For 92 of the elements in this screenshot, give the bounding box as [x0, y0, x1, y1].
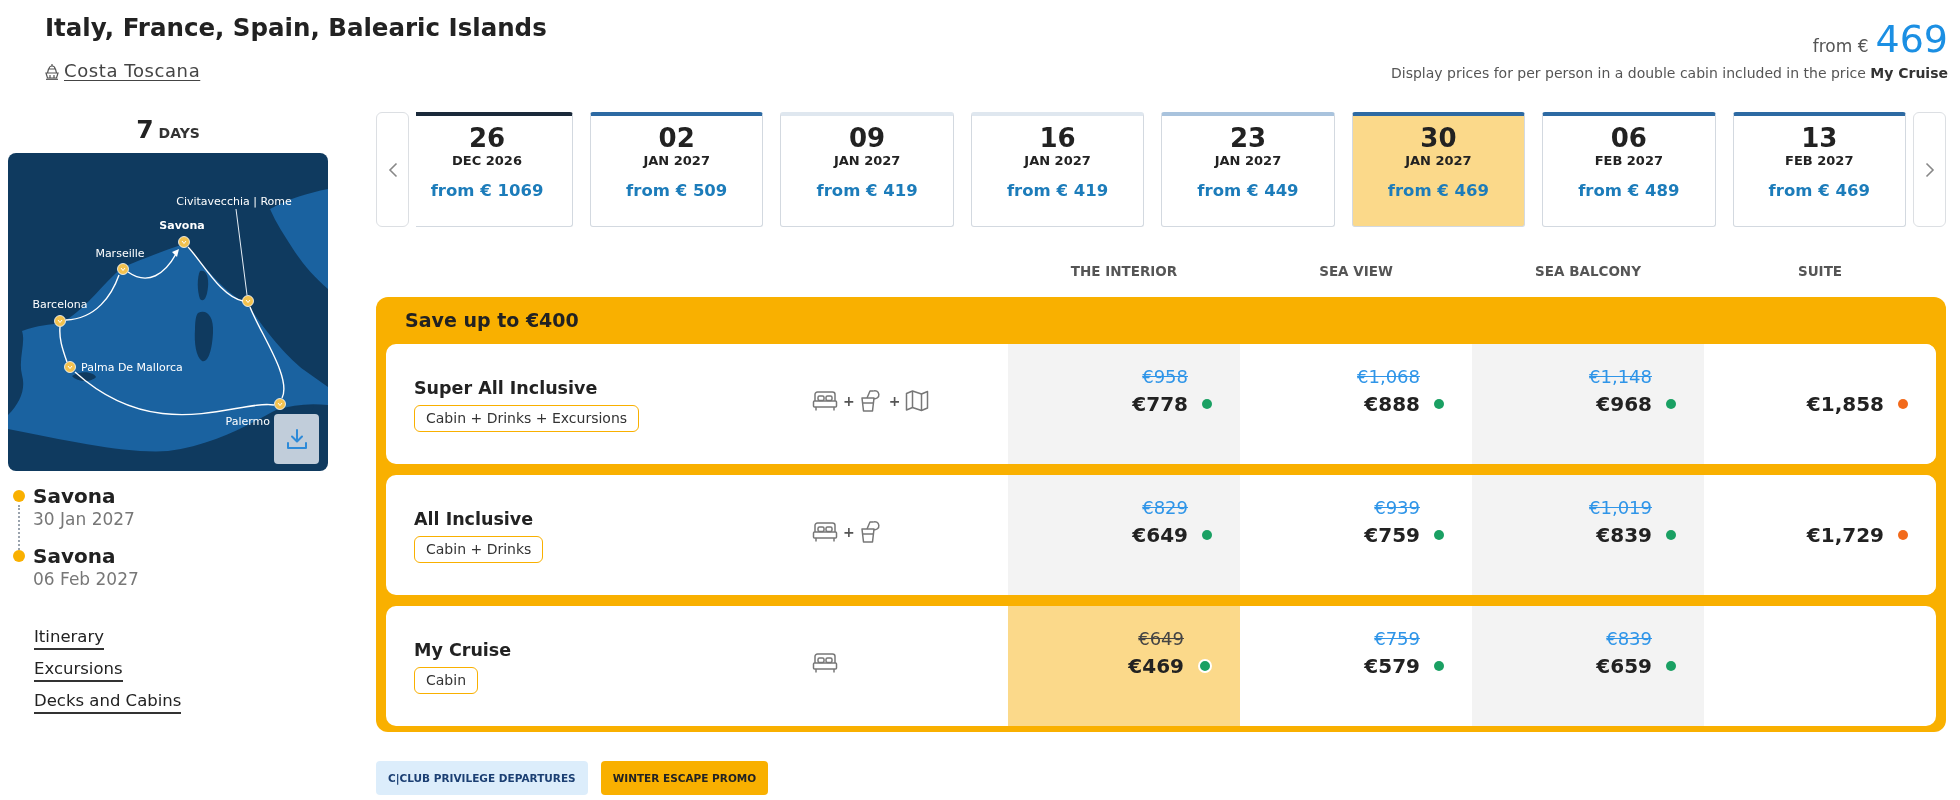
fare-name: My Cruise	[414, 639, 512, 662]
plus-sign: +	[888, 393, 901, 409]
price: €968	[1596, 391, 1652, 417]
price: €579	[1364, 653, 1420, 679]
date-tab[interactable]: 09 JAN 2027 from € 419	[780, 112, 954, 227]
port-date: 30 Jan 2027	[33, 508, 136, 530]
price-note: Display prices for per person in a double cabin included in the price My Cruise	[1391, 65, 1948, 82]
inclusion-tag: Cabin	[414, 667, 478, 694]
duration-unit: DAYS	[158, 124, 200, 143]
map-icon	[905, 389, 930, 413]
date-tab[interactable]: 02 JAN 2027 from € 509	[590, 112, 764, 227]
next-button[interactable]	[1913, 112, 1946, 227]
section-link[interactable]: Excursions	[34, 658, 123, 682]
plus-sign: +	[843, 524, 855, 540]
price: €469	[1128, 653, 1184, 679]
chevron-left-icon	[387, 161, 398, 178]
timeline-dot-icon	[13, 550, 25, 562]
column-header: SEA BALCONY	[1535, 262, 1641, 281]
price: €1,858	[1806, 391, 1884, 417]
island	[72, 372, 96, 381]
port-label: Palma De Mallorca	[81, 361, 183, 374]
date-tab[interactable]: 30 JAN 2027 from € 469	[1351, 112, 1526, 227]
port-marker-icon	[178, 236, 190, 248]
date-tab[interactable]: 13 FEB 2027 from € 469	[1732, 112, 1906, 227]
bed-icon	[812, 390, 838, 412]
price-prefix: from €	[1812, 36, 1869, 56]
port-label: Barcelona	[32, 298, 88, 311]
download-icon	[285, 428, 308, 450]
port-name: Savona	[33, 544, 117, 568]
port-label: Civitavecchia | Rome	[176, 195, 292, 208]
date-tab[interactable]: 06 FEB 2027 from € 489	[1542, 112, 1716, 227]
chevron-right-icon	[1924, 161, 1935, 178]
promo-tag: C|CLUB PRIVILEGE DEPARTURES	[376, 761, 588, 795]
old-price: €939	[1374, 496, 1420, 520]
port-label: Palermo	[225, 415, 270, 428]
price-option[interactable]: €829 €649	[1008, 475, 1240, 595]
column-header: THE INTERIOR	[1070, 262, 1178, 281]
price: €759	[1364, 522, 1420, 548]
port-label: Marseille	[95, 247, 145, 260]
section-link[interactable]: Itinerary	[34, 626, 104, 650]
inclusion-tag: Cabin + Drinks	[414, 536, 544, 563]
bed-icon	[812, 652, 838, 674]
price: €888	[1364, 391, 1420, 417]
date-tab[interactable]: 16 JAN 2027 from € 419	[970, 112, 1145, 227]
port-marker-icon	[117, 263, 129, 275]
promo-title: Save up to €400	[405, 308, 579, 333]
inclusion-tag: Cabin + Drinks + Excursions	[414, 405, 640, 432]
price: €1,729	[1806, 522, 1884, 548]
promo-tag: WINTER ESCAPE PROMO	[600, 761, 769, 795]
price-option[interactable]: €649 €469	[1008, 606, 1240, 726]
port-marker-icon	[64, 361, 76, 373]
price: €778	[1132, 391, 1188, 417]
ship-icon	[45, 62, 59, 80]
old-price: €1,068	[1357, 365, 1420, 389]
plus-sign: +	[843, 393, 855, 409]
old-price: €958	[1142, 365, 1188, 389]
island	[194, 311, 214, 362]
price: €839	[1596, 522, 1652, 548]
island	[197, 270, 209, 301]
download-button[interactable]	[274, 414, 319, 464]
duration-number: 7	[136, 116, 154, 144]
timeline-dot-icon	[13, 490, 25, 502]
previous-button[interactable]	[376, 112, 409, 227]
old-price: €649	[1138, 627, 1184, 651]
price-option[interactable]: €958 €778	[1008, 344, 1240, 464]
old-price: €759	[1374, 627, 1420, 651]
price: €649	[1132, 522, 1188, 548]
fare-name: All Inclusive	[414, 508, 534, 531]
old-price: €1,148	[1589, 365, 1652, 389]
column-header: SEA VIEW	[1319, 262, 1393, 281]
column-header: SUITE	[1797, 262, 1843, 281]
section-link[interactable]: Decks and Cabins	[34, 690, 182, 714]
fare-name: Super All Inclusive	[414, 377, 598, 400]
price-option[interactable]: €839 €659	[1472, 606, 1704, 726]
price: €659	[1596, 653, 1652, 679]
trip-title: Italy, France, Spain, Balearic Islands	[45, 13, 547, 43]
price-option[interactable]: €1,019 €839	[1472, 475, 1704, 595]
old-price: €1,019	[1589, 496, 1652, 520]
old-price: €829	[1142, 496, 1188, 520]
port-marker-icon	[274, 398, 286, 410]
date-tab[interactable]: 26 DEC 2026 from € 1069	[416, 112, 573, 227]
port-date: 06 Feb 2027	[33, 568, 140, 590]
port-name: Savona	[33, 484, 117, 508]
bed-icon	[812, 521, 838, 543]
ship-link[interactable]: Costa Toscana	[45, 59, 201, 83]
port-marker-icon	[54, 315, 66, 327]
price-amount: 469	[1875, 19, 1948, 59]
date-tab[interactable]: 23 JAN 2027 from € 449	[1161, 112, 1335, 227]
port-marker-icon	[242, 295, 254, 307]
port-label: Savona	[159, 219, 205, 232]
old-price: €839	[1606, 627, 1652, 651]
price-option[interactable]: €1,148 €968	[1472, 344, 1704, 464]
